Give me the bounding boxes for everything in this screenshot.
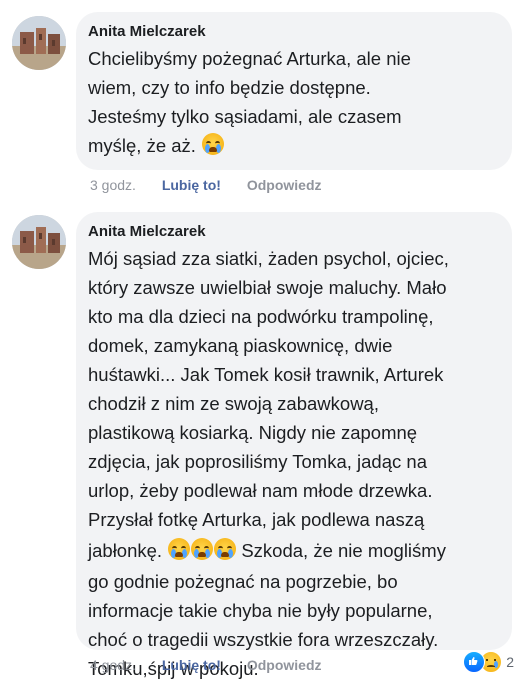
comment-line: plastikową kosiarką. Nigdy nie zapomnę bbox=[88, 422, 418, 443]
crying-face-emoji-icon bbox=[202, 133, 225, 155]
comment-line: urlop, żeby podlewał nam młode drzewka. bbox=[88, 480, 433, 501]
comment-line: Chcielibyśmy pożegnać Arturka, ale nie bbox=[88, 48, 411, 69]
like-button[interactable]: Lubię to! bbox=[162, 656, 221, 674]
comment-line: kto ma dla dzieci na podwórku trampolinę… bbox=[88, 306, 434, 327]
comment-line: myślę, że aż. bbox=[88, 135, 196, 156]
like-button[interactable]: Lubię to! bbox=[162, 176, 221, 194]
comment-actions: 4 godz. Lubię to! Odpowiedz bbox=[90, 656, 322, 674]
comment-line: Mój sąsiad zza siatki, żaden psychol, oj… bbox=[88, 248, 449, 269]
crying-face-emoji-icon bbox=[168, 538, 191, 560]
comment-author[interactable]: Anita Mielczarek bbox=[88, 222, 500, 242]
comment-line-with-emoji: jabłonkę. Szkoda, że nie mogliśmy bbox=[88, 534, 500, 567]
comment-line: go godnie pożegnać na pogrzebie, bo bbox=[88, 571, 398, 592]
comment-line: Jesteśmy tylko sąsiadami, ale czasem bbox=[88, 106, 402, 127]
comment-author[interactable]: Anita Mielczarek bbox=[88, 22, 500, 42]
comment-line: Szkoda, że nie mogliśmy bbox=[241, 540, 446, 561]
comment-line: który zawsze uwielbiał swoje maluchy. Ma… bbox=[88, 277, 447, 298]
comment-bubble: Anita Mielczarek Mój sąsiad zza siatki, … bbox=[76, 212, 512, 679]
comment-line-with-emoji: myślę, że aż. bbox=[88, 131, 500, 160]
comment-line: huśtawki... Jak Tomek kosił trawnik, Art… bbox=[88, 364, 444, 385]
comment-line: Przysłał fotkę Arturka, jak podlewa nasz… bbox=[88, 509, 425, 530]
comment-text: Mój sąsiad zza siatki, żaden psychol, oj… bbox=[88, 244, 500, 683]
avatar[interactable] bbox=[12, 16, 66, 70]
crying-face-emoji-icon bbox=[191, 538, 214, 560]
comment-line: choć o tragedii wszystkie fora wrzeszcza… bbox=[88, 629, 439, 650]
like-reaction-icon bbox=[463, 651, 486, 673]
comment-line: informacje takie chyba nie były popularn… bbox=[88, 600, 433, 621]
comment-line: chodził z nim ze swoją zabawkową, bbox=[88, 393, 379, 414]
reaction-count: 2 bbox=[506, 654, 514, 670]
comment-line: jabłonkę. bbox=[88, 540, 163, 561]
avatar-photo bbox=[12, 215, 66, 269]
comment-line: domek, zamykaną piaskownicę, dwie bbox=[88, 335, 393, 356]
comment-text: Chcielibyśmy pożegnać Arturka, ale nie w… bbox=[88, 44, 500, 160]
avatar-photo bbox=[12, 16, 66, 70]
comment-line: zdjęcia, jak poprosiliśmy Tomka, jadąc n… bbox=[88, 451, 427, 472]
comment-line: wiem, czy to info będzie dostępne. bbox=[88, 77, 371, 98]
reply-button[interactable]: Odpowiedz bbox=[247, 656, 322, 674]
avatar[interactable] bbox=[12, 215, 66, 269]
comment-bubble: Anita Mielczarek Chcielibyśmy pożegnać A… bbox=[76, 12, 512, 170]
comment-timestamp[interactable]: 4 godz. bbox=[90, 656, 136, 674]
comment-actions: 3 godz. Lubię to! Odpowiedz bbox=[90, 176, 322, 194]
comment-timestamp[interactable]: 3 godz. bbox=[90, 176, 136, 194]
reply-button[interactable]: Odpowiedz bbox=[247, 176, 322, 194]
crying-face-emoji-icon bbox=[214, 538, 237, 560]
reactions-summary[interactable]: 2 bbox=[461, 650, 518, 674]
